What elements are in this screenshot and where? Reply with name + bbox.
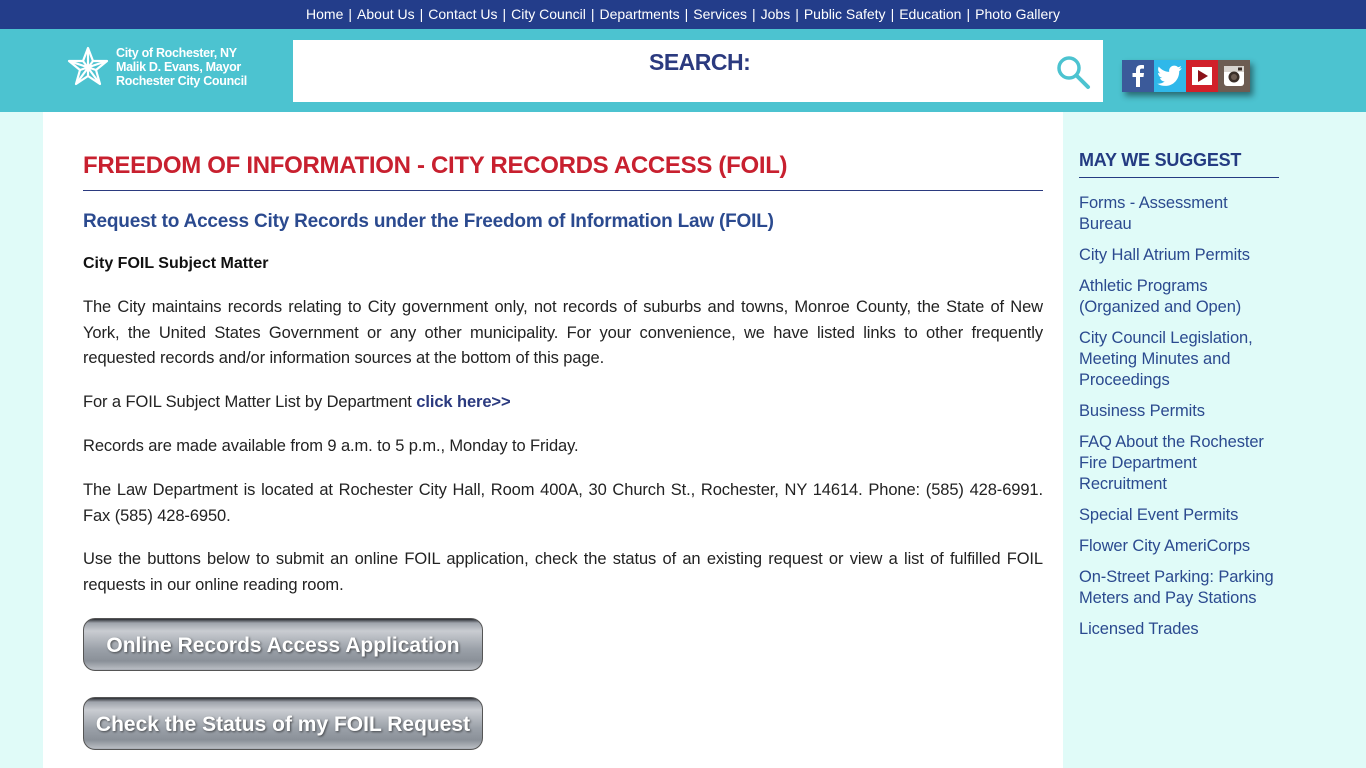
youtube-link[interactable] <box>1186 60 1218 92</box>
suggestions-sidebar: MAY WE SUGGEST Forms - Assessment Bureau… <box>1079 150 1279 650</box>
suggestion-link[interactable]: Athletic Programs (Organized and Open) <box>1079 276 1279 318</box>
flower-star-logo-icon <box>67 46 109 86</box>
nav-separator: | <box>502 5 507 22</box>
logo-text: City of Rochester, NY Malik D. Evans, Ma… <box>116 46 247 88</box>
twitter-link[interactable] <box>1154 60 1186 92</box>
search-input[interactable] <box>293 40 1043 102</box>
suggestion-link[interactable]: On-Street Parking: Parking Meters and Pa… <box>1079 567 1279 609</box>
suggestion-link[interactable]: Forms - Assessment Bureau <box>1079 193 1279 235</box>
sidebar-title: MAY WE SUGGEST <box>1079 150 1279 178</box>
logo-line-council: Rochester City Council <box>116 74 247 88</box>
nav-services[interactable]: Services <box>693 6 747 22</box>
click-here-link[interactable]: click here>> <box>416 393 510 411</box>
top-navigation: Home | About Us | Contact Us | City Council… <box>0 0 1366 29</box>
instagram-icon <box>1224 66 1244 86</box>
facebook-link[interactable] <box>1122 60 1154 92</box>
suggestion-link[interactable]: City Hall Atrium Permits <box>1079 245 1279 266</box>
suggestion-link[interactable]: Special Event Permits <box>1079 505 1279 526</box>
section-heading: City FOIL Subject Matter <box>83 255 269 272</box>
nav-separator: | <box>966 5 971 22</box>
suggestion-link[interactable]: Business Permits <box>1079 401 1279 422</box>
subject-list-text: For a FOIL Subject Matter List by Depart… <box>83 393 417 411</box>
nav-public-safety[interactable]: Public Safety <box>804 6 886 22</box>
youtube-icon <box>1192 67 1212 85</box>
nav-departments[interactable]: Departments <box>600 6 680 22</box>
logo-line-mayor: Malik D. Evans, Mayor <box>116 60 241 74</box>
suggestion-link[interactable]: City Council Legislation, Meeting Minute… <box>1079 328 1279 391</box>
nav-city-council[interactable]: City Council <box>511 6 586 22</box>
twitter-icon <box>1157 65 1182 86</box>
nav-separator: | <box>890 5 895 22</box>
nav-about-us[interactable]: About Us <box>357 6 415 22</box>
main-content: FREEDOM OF INFORMATION - CITY RECORDS AC… <box>43 112 1063 768</box>
nav-separator: | <box>795 5 799 22</box>
suggestion-link[interactable]: FAQ About the Rochester Fire Department … <box>1079 432 1279 495</box>
nav-home[interactable]: Home <box>306 6 343 22</box>
check-foil-status-button[interactable]: Check the Status of my FOIL Request <box>83 697 483 750</box>
intro-paragraph: The City maintains records relating to C… <box>83 298 1043 367</box>
nav-separator: | <box>419 5 424 22</box>
address-paragraph: The Law Department is located at Rochest… <box>83 481 1043 525</box>
nav-jobs[interactable]: Jobs <box>761 6 791 22</box>
search-icon[interactable] <box>1055 54 1091 90</box>
nav-separator: | <box>348 5 353 22</box>
facebook-icon <box>1132 65 1144 87</box>
suggestion-link[interactable]: Licensed Trades <box>1079 619 1279 640</box>
instagram-link[interactable] <box>1218 60 1250 92</box>
logo-line-city: City of Rochester, NY <box>116 46 237 60</box>
nav-contact-us[interactable]: Contact Us <box>428 6 497 22</box>
page-title: FREEDOM OF INFORMATION - CITY RECORDS AC… <box>83 152 788 179</box>
nav-separator: | <box>684 5 689 22</box>
search-box: SEARCH: <box>293 40 1103 102</box>
site-header: City of Rochester, NY Malik D. Evans, Ma… <box>0 29 1366 112</box>
nav-separator: | <box>751 5 756 22</box>
page-subtitle: Request to Access City Records under the… <box>83 211 774 232</box>
title-divider <box>83 190 1043 191</box>
nav-education[interactable]: Education <box>899 6 961 22</box>
social-links <box>1122 60 1250 92</box>
suggestion-list: Forms - Assessment Bureau City Hall Atri… <box>1079 193 1279 640</box>
online-records-access-button[interactable]: Online Records Access Application <box>83 618 483 671</box>
nav-separator: | <box>590 5 595 22</box>
top-nav-list: Home | About Us | Contact Us | City Council… <box>306 0 1060 27</box>
hours-paragraph: Records are made available from 9 a.m. t… <box>83 437 579 455</box>
buttons-intro-paragraph: Use the buttons below to submit an onlin… <box>83 550 1043 594</box>
nav-photo-gallery[interactable]: Photo Gallery <box>975 6 1060 22</box>
city-logo-link[interactable]: City of Rochester, NY Malik D. Evans, Ma… <box>66 45 247 89</box>
suggestion-link[interactable]: Flower City AmeriCorps <box>1079 536 1279 557</box>
subject-list-paragraph: For a FOIL Subject Matter List by Depart… <box>83 390 1043 416</box>
